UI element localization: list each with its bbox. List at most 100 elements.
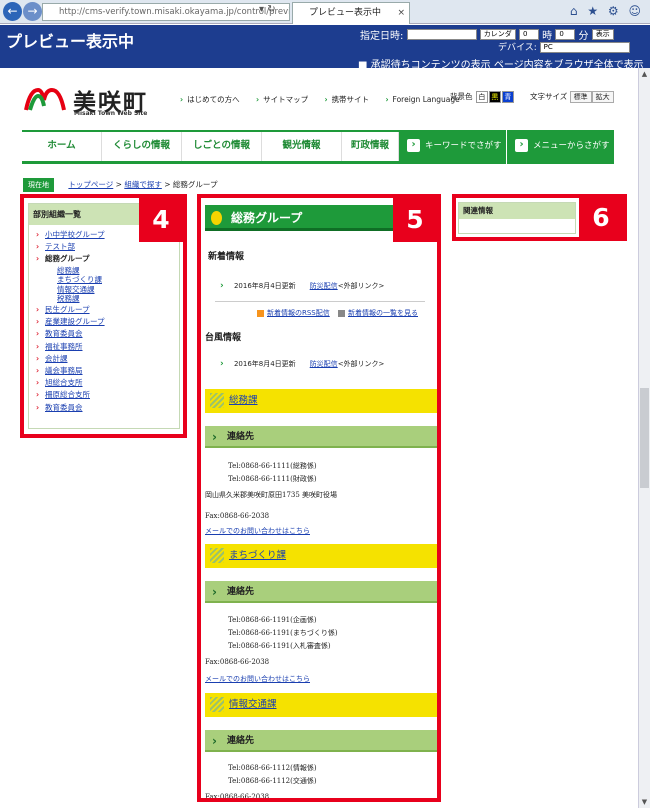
sub-dept-link[interactable]: 税務課 <box>45 294 179 304</box>
sub-dept-link-label[interactable]: 総務課 <box>57 266 80 275</box>
bgcolor-white-button[interactable]: 白 <box>475 91 488 103</box>
device-control: デバイス: PC <box>498 40 630 53</box>
breadcrumb-separator: > <box>164 180 171 189</box>
section-link[interactable]: 情報交通課 <box>229 699 277 710</box>
scroll-down-icon[interactable]: ▼ <box>639 798 650 806</box>
dept-link-label[interactable]: 教育委員会 <box>45 329 83 338</box>
gnav-home[interactable]: ホーム <box>22 132 102 161</box>
address-bar-icons[interactable]: ▾ ↻ <box>259 4 276 15</box>
sub-dept-link-label[interactable]: 情報交通課 <box>57 285 95 294</box>
date-input[interactable] <box>406 29 477 40</box>
typhoon-item: 2016年8月4日更新 防災配信<外部リンク> <box>220 359 384 369</box>
page-title: 総務グループ <box>205 205 397 231</box>
dept-link-label[interactable]: 旭総合支所 <box>45 378 83 387</box>
section-link[interactable]: 総務課 <box>229 395 258 406</box>
section-heading: 情報交通課 <box>205 693 437 717</box>
breadcrumb-org-link[interactable]: 組織で探す <box>124 180 162 189</box>
hour-select[interactable]: 0 <box>518 29 539 40</box>
dept-link-label[interactable]: 小中学校グループ <box>45 230 105 239</box>
bgcolor-label: 背景色 <box>450 92 473 101</box>
sub-dept-link[interactable]: 総務課 <box>45 266 179 276</box>
section-link[interactable]: まちづくり課 <box>229 550 286 561</box>
dept-link-label[interactable]: テスト部 <box>45 242 75 251</box>
rss-link[interactable]: 新着情報のRSS配信 <box>267 309 330 317</box>
dept-link[interactable]: 福祉事務所 <box>36 341 179 353</box>
menu-search-button[interactable]: › メニューからさがす <box>506 130 614 164</box>
news-heading: 新着情報 <box>208 252 245 262</box>
rss-icon <box>257 309 264 317</box>
sub-dept-link-label[interactable]: 税務課 <box>57 294 80 303</box>
dept-link[interactable]: 産業建設グループ <box>36 316 179 328</box>
address-bar[interactable]: http://cms-verify.town.misaki.okayama.jp… <box>42 3 290 21</box>
bgcolor-blue-button[interactable]: 青 <box>501 91 514 103</box>
top-link-sitemap[interactable]: サイトマップ <box>256 95 308 104</box>
dept-link[interactable]: テスト部 <box>36 241 179 253</box>
dept-link-label[interactable]: 教育委員会 <box>45 403 83 412</box>
town-logo-icon[interactable] <box>24 86 66 112</box>
keyword-search-button[interactable]: › キーワードでさがす <box>399 130 506 164</box>
dept-link[interactable]: 議会事務局 <box>36 365 179 377</box>
dept-link[interactable]: 教育委員会 <box>36 402 179 414</box>
sub-dept-link[interactable]: まちづくり課 <box>45 275 179 285</box>
news-list-link[interactable]: 新着情報の一覧を見る <box>348 309 418 317</box>
mail-link[interactable]: メールでのお問い合わせはこちら <box>205 675 310 683</box>
typhoon-link[interactable]: 防災配信 <box>310 360 338 368</box>
scroll-up-icon[interactable]: ▲ <box>639 70 650 78</box>
minute-select[interactable]: 0 <box>555 29 576 40</box>
arrow-icon: › <box>515 139 528 152</box>
browser-tab[interactable]: プレビュー表示中 × <box>292 2 410 24</box>
dept-link[interactable]: 会計課 <box>36 353 179 365</box>
breadcrumb-top-link[interactable]: トップページ <box>68 180 113 189</box>
tab-title: プレビュー表示中 <box>309 8 382 18</box>
display-button[interactable]: 表示 <box>591 29 614 40</box>
back-button[interactable]: ← <box>3 2 22 21</box>
fontsize-label: 文字サイズ <box>530 92 568 101</box>
contact-heading: 連絡先 <box>205 581 437 603</box>
gnav-government[interactable]: 町政情報 <box>342 132 399 161</box>
tel-text: Tel:0868-66-1191(入札審査係) <box>228 642 331 650</box>
tel-text: Tel:0868-66-1191(企画係) <box>228 616 317 624</box>
dept-link[interactable]: 柵原総合支所 <box>36 389 179 401</box>
calendar-button[interactable]: カレンダ <box>479 29 516 40</box>
top-link-beginners[interactable]: はじめての方へ <box>180 95 240 104</box>
bgcolor-black-button[interactable]: 黒 <box>488 91 501 103</box>
mail-link[interactable]: メールでのお問い合わせはこちら <box>205 527 310 535</box>
browser-toolbar-icons[interactable]: ⌂ ★ ⚙ ☺ <box>570 4 644 18</box>
keyword-search-label: キーワードでさがす <box>425 141 502 151</box>
gnav-work[interactable]: しごとの情報 <box>182 132 262 161</box>
sub-dept-link-label[interactable]: まちづくり課 <box>57 275 102 284</box>
dept-link-label[interactable]: 議会事務局 <box>45 366 83 375</box>
dept-link[interactable]: 教育委員会 <box>36 328 179 340</box>
region-marker-5: 5 <box>393 198 437 242</box>
section-icon <box>210 393 224 408</box>
forward-button[interactable]: → <box>23 2 42 21</box>
dept-link-label[interactable]: 柵原総合支所 <box>45 390 90 399</box>
dept-link-label[interactable]: 民生グループ <box>45 305 90 314</box>
contact-heading: 連絡先 <box>205 426 437 448</box>
breadcrumb-current: 総務グループ <box>172 180 218 189</box>
gnav-living[interactable]: くらしの情報 <box>102 132 182 161</box>
top-link-foreign[interactable]: Foreign Language <box>385 95 459 104</box>
tel-text: Tel:0868-66-1112(交通係) <box>228 777 317 785</box>
news-link[interactable]: 防災配信 <box>310 282 338 290</box>
gnav-tourism[interactable]: 観光情報 <box>262 132 342 161</box>
dept-link-label[interactable]: 産業建設グループ <box>45 317 105 326</box>
scroll-thumb[interactable] <box>640 388 649 488</box>
fontsize-large-button[interactable]: 拡大 <box>591 91 614 103</box>
top-link-mobile[interactable]: 携帯サイト <box>324 95 369 104</box>
dept-link[interactable]: 民生グループ <box>36 304 179 316</box>
dept-link-label[interactable]: 福祉事務所 <box>45 342 83 351</box>
sub-dept-link[interactable]: 情報交通課 <box>45 285 179 295</box>
breadcrumb-tag: 現在地 <box>23 178 54 192</box>
device-label: デバイス: <box>498 43 537 53</box>
dept-link[interactable]: 旭総合支所 <box>36 377 179 389</box>
page-scrollbar[interactable]: ▲ ▼ <box>638 68 650 808</box>
tel-text: Tel:0868-66-1111(総務係) <box>228 462 317 470</box>
device-select[interactable]: PC <box>539 42 630 53</box>
right-sidebar-region: 関連情報 6 <box>452 194 627 241</box>
typhoon-heading: 台風情報 <box>205 333 242 343</box>
tab-close-icon[interactable]: × <box>397 3 405 23</box>
tel-text: Tel:0868-66-1112(情報係) <box>228 764 317 772</box>
dept-link-label[interactable]: 会計課 <box>45 354 68 363</box>
fontsize-normal-button[interactable]: 標準 <box>569 91 592 103</box>
